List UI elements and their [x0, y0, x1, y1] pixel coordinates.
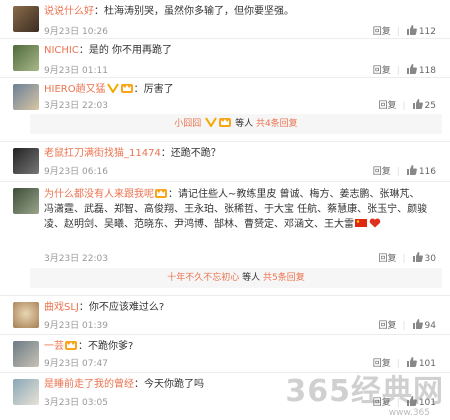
comment-text: ：你不应该难过么? — [78, 302, 165, 313]
like-count: 30 — [424, 254, 436, 264]
thumbs-up-icon[interactable] — [406, 64, 417, 74]
comment-actions: 回复 | 25 — [378, 99, 436, 111]
like-count: 112 — [418, 27, 436, 37]
comment-actions: 回复 | 94 — [378, 319, 436, 331]
avatar[interactable] — [13, 379, 39, 405]
list-item: NICHIC：是的 你不用再跪了 9月23日 01:11 回复 | 118 — [0, 39, 450, 78]
sub-replies[interactable]: 十年不久不忘初心 等人 共5条回复 — [30, 268, 442, 288]
member-crown-icon — [219, 115, 232, 127]
flag-icon — [355, 218, 367, 228]
avatar[interactable] — [13, 84, 39, 110]
comment-text: ：不跪你爹? — [78, 341, 134, 352]
username[interactable]: 为什么都没有人来跟我呢 — [44, 189, 154, 200]
reply-button[interactable]: 回复 — [378, 254, 396, 264]
username[interactable]: 老鼠扛刀满街找猫_11474 — [44, 148, 161, 159]
list-item: 曲戏SLJ：你不应该难过么? 9月23日 01:39 回复 | 94 — [0, 296, 450, 335]
list-item: 为什么都没有人来跟我呢 ：请记住些人~教练里皮 曾诚、梅方、姜志鹏、张琳芃、冯潇霆… — [0, 182, 450, 296]
reply-button[interactable]: 回复 — [373, 167, 391, 177]
reply-button[interactable]: 回复 — [378, 321, 396, 331]
avatar[interactable] — [13, 148, 39, 174]
timestamp: 3月23日 22:03 — [44, 101, 108, 111]
like-count: 94 — [424, 321, 436, 331]
username[interactable]: NICHIC — [44, 45, 79, 56]
timestamp: 9月23日 01:11 — [44, 66, 108, 76]
sub-reply-mid: 等人 — [235, 119, 254, 129]
comment-text: ：是的 你不用再跪了 — [78, 45, 173, 56]
sub-reply-user[interactable]: 十年不久不忘初心 — [167, 273, 239, 283]
sub-reply-mid: 等人 — [242, 273, 261, 283]
avatar[interactable] — [13, 188, 39, 214]
heart-icon — [369, 218, 381, 228]
list-item: 说说什么好：杜海涛别哭，虽然你多输了，但你要坚强。 9月23日 10:26 回复… — [0, 0, 450, 39]
avatar[interactable] — [13, 45, 39, 71]
thumbs-up-icon[interactable] — [412, 319, 423, 329]
reply-button[interactable]: 回复 — [378, 101, 396, 111]
timestamp: 9月23日 07:47 — [44, 359, 108, 369]
comment-actions: 回复 | 118 — [372, 64, 436, 76]
comment-text: ：厉害了 — [133, 84, 174, 95]
thumbs-up-icon[interactable] — [406, 25, 417, 35]
list-item: HIERO趟又猛 ：厉害了 3月23日 22:03 回复 | 25 小囧囧 等人 共4… — [0, 78, 450, 142]
member-crown-icon — [65, 340, 77, 350]
username[interactable]: 说说什么好 — [44, 6, 94, 17]
sub-reply-user[interactable]: 小囧囧 — [174, 119, 201, 129]
member-crown-icon — [155, 188, 167, 198]
comment-actions: 回复 | 116 — [372, 165, 436, 177]
username[interactable]: HIERO趟又猛 — [44, 84, 106, 95]
timestamp: 3月23日 03:05 — [44, 398, 108, 408]
more-replies-link[interactable]: 共4条回复 — [256, 119, 298, 129]
username[interactable]: 是睡前走了我的曾经 — [44, 379, 134, 390]
comment-list: 说说什么好：杜海涛别哭，虽然你多输了，但你要坚强。 9月23日 10:26 回复… — [0, 0, 450, 413]
sub-replies[interactable]: 小囧囧 等人 共4条回复 — [30, 114, 442, 134]
avatar[interactable] — [13, 341, 39, 367]
timestamp: 9月23日 10:26 — [44, 27, 108, 37]
comment-text: ：今天你跪了吗 — [134, 379, 204, 390]
thumbs-up-icon[interactable] — [412, 99, 423, 109]
member-crown-icon — [120, 83, 133, 93]
watermark: 365经典网 — [285, 374, 444, 409]
username[interactable]: 曲戏SLJ — [44, 302, 79, 313]
comment-text: ：还跪不跪？ — [160, 148, 221, 159]
like-count: 116 — [418, 167, 436, 177]
timestamp: 9月23日 01:39 — [44, 321, 108, 331]
reply-button[interactable]: 回复 — [373, 27, 391, 37]
comment-actions: 回复 | 112 — [372, 25, 436, 37]
thumbs-up-icon[interactable] — [406, 165, 417, 175]
like-count: 118 — [418, 66, 436, 76]
comment-text: ：杜海涛别哭，虽然你多输了，但你要坚强。 — [94, 6, 294, 17]
timestamp: 3月23日 22:03 — [44, 254, 108, 264]
username[interactable]: 一芸 — [44, 341, 64, 352]
like-count: 25 — [424, 101, 436, 111]
list-item: 老鼠扛刀满街找猫_11474：还跪不跪？ 9月23日 06:16 回复 | 116 — [0, 142, 450, 182]
more-replies-link[interactable]: 共5条回复 — [263, 273, 305, 283]
reply-button[interactable]: 回复 — [373, 66, 391, 76]
vip-badge-icon — [106, 83, 119, 94]
comment-actions: 回复 | 30 — [378, 252, 436, 264]
avatar[interactable] — [13, 302, 39, 328]
avatar[interactable] — [13, 6, 39, 32]
thumbs-up-icon[interactable] — [412, 252, 423, 262]
watermark-url: www.365 — [388, 408, 430, 418]
vip-badge-icon — [205, 115, 218, 128]
timestamp: 9月23日 06:16 — [44, 167, 108, 177]
